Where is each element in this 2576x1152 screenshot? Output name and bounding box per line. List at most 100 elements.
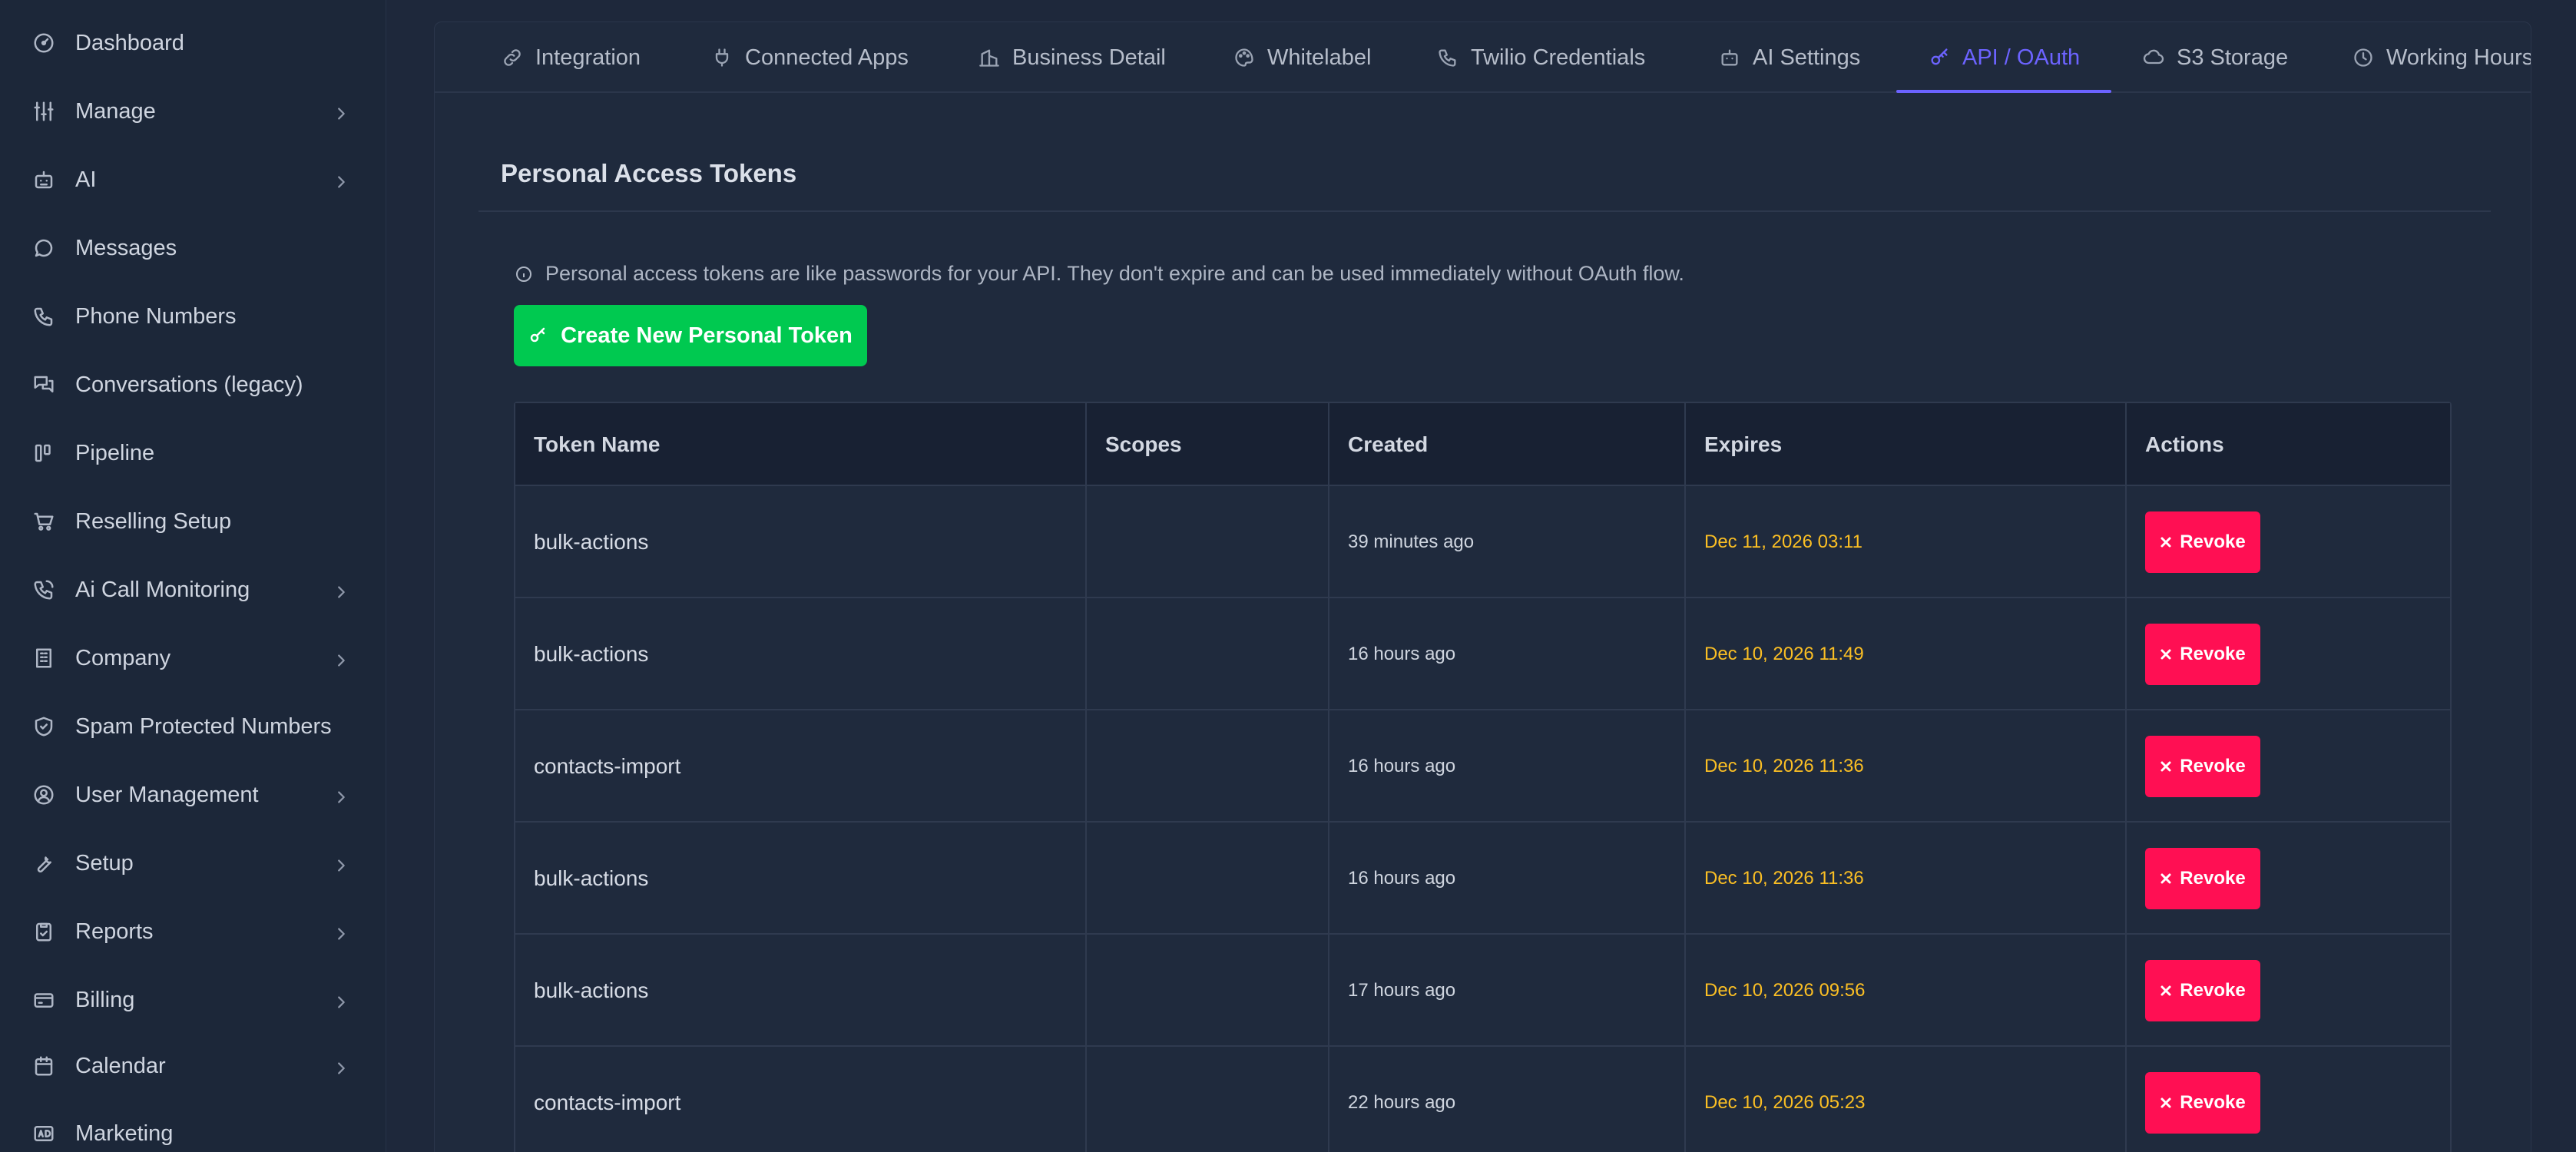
settings-tabs: Integration Connected Apps Business Deta… [435, 22, 2531, 93]
sidebar-item-dashboard[interactable]: Dashboard [0, 20, 386, 66]
sidebar-item-messages[interactable]: Messages [0, 225, 386, 271]
sidebar-item-setup[interactable]: Setup [0, 840, 386, 886]
calendar-icon [31, 1053, 57, 1079]
token-scopes-cell [1087, 486, 1105, 598]
create-button-label: Create New Personal Token [561, 323, 853, 348]
column-header-token-name: Token Name [534, 432, 661, 456]
token-expires-cell: Dec 10, 2026 11:36 [1704, 756, 1864, 776]
close-icon [2160, 649, 2171, 660]
revoke-label: Revoke [2180, 868, 2246, 889]
token-created-cell: 22 hours ago [1348, 1092, 1456, 1113]
clipboard-icon [31, 919, 57, 945]
tab-connected-apps[interactable]: Connected Apps [711, 22, 909, 93]
sidebar-item-phone-numbers[interactable]: Phone Numbers [0, 293, 386, 339]
sidebar: Dashboard Manage AI Messages Phone Numbe… [0, 0, 386, 1152]
sidebar-item-label: AI [75, 167, 97, 192]
token-actions-cell: Revoke [2127, 710, 2260, 823]
tab-integration[interactable]: Integration [502, 22, 641, 93]
cloud-icon [2143, 49, 2164, 65]
token-name-cell: contacts-import [534, 754, 681, 778]
tab-label: Integration [535, 45, 641, 70]
tab-label: Twilio Credentials [1471, 45, 1646, 70]
revoke-button[interactable]: Revoke [2145, 848, 2260, 909]
sidebar-item-reselling-setup[interactable]: Reselling Setup [0, 498, 386, 545]
robot-icon [1721, 49, 1738, 66]
key-icon [1931, 48, 1948, 65]
sidebar-item-label: Messages [75, 235, 177, 260]
revoke-button[interactable]: Revoke [2145, 1072, 2260, 1134]
close-icon [2160, 1097, 2171, 1108]
token-expires-cell: Dec 10, 2026 09:56 [1704, 980, 1866, 1001]
sidebar-item-label: Phone Numbers [75, 303, 237, 329]
tab-label: Whitelabel [1267, 45, 1372, 70]
phone-icon [1439, 49, 1456, 67]
token-expires-cell: Dec 11, 2026 03:11 [1704, 531, 1862, 552]
sidebar-item-ai[interactable]: AI [0, 157, 386, 203]
tab-business-detail[interactable]: Business Detail [978, 22, 1166, 93]
revoke-button[interactable]: Revoke [2145, 736, 2260, 797]
tab-label: Business Detail [1012, 45, 1166, 70]
token-created-cell: 16 hours ago [1348, 644, 1456, 664]
info-text: Personal access tokens are like password… [545, 262, 1684, 285]
sidebar-item-pipeline[interactable]: Pipeline [0, 430, 386, 476]
tab-s3-storage[interactable]: S3 Storage [2143, 22, 2288, 93]
token-created-cell: 39 minutes ago [1348, 531, 1475, 552]
pipeline-icon [31, 440, 57, 466]
wrench-icon [31, 850, 57, 876]
sidebar-item-reports[interactable]: Reports [0, 909, 386, 955]
column-header-expires: Expires [1704, 432, 1783, 456]
active-tab-indicator [1896, 90, 2111, 93]
sidebar-item-manage[interactable]: Manage [0, 88, 386, 134]
revoke-button[interactable]: Revoke [2145, 960, 2260, 1021]
column-divider [1085, 403, 1087, 1152]
tab-working-hours[interactable]: Working Hours [2353, 22, 2531, 93]
chevron-right-icon [333, 786, 349, 803]
key-icon [530, 327, 545, 343]
token-actions-cell: Revoke [2127, 823, 2260, 935]
token-created-cell: 16 hours ago [1348, 868, 1456, 889]
sidebar-item-label: Company [75, 645, 171, 670]
chat-icon [31, 235, 57, 261]
revoke-label: Revoke [2180, 756, 2246, 776]
palette-icon [1235, 48, 1253, 67]
tab-label: Connected Apps [745, 45, 909, 70]
ad-icon [31, 1121, 57, 1147]
gauge-icon [31, 30, 57, 56]
sidebar-item-spam-protected-numbers[interactable]: Spam Protected Numbers [0, 703, 386, 750]
sidebar-item-label: Conversations (legacy) [75, 372, 303, 397]
building-icon [31, 645, 57, 671]
conversations-icon [31, 372, 57, 398]
sidebar-item-ai-call-monitoring[interactable]: Ai Call Monitoring [0, 567, 386, 613]
close-icon [2160, 537, 2171, 548]
sidebar-item-company[interactable]: Company [0, 635, 386, 681]
tab-twilio-credentials[interactable]: Twilio Credentials [1437, 22, 1645, 93]
token-expires-cell: Dec 10, 2026 05:23 [1704, 1092, 1866, 1113]
revoke-button[interactable]: Revoke [2145, 511, 2260, 573]
sidebar-item-label: Ai Call Monitoring [75, 577, 250, 602]
token-name-cell: bulk-actions [534, 642, 649, 666]
table-row: contacts-import 16 hours ago Dec 10, 202… [515, 709, 2450, 821]
tab-api-oauth[interactable]: API / OAuth [1929, 22, 2080, 93]
tab-whitelabel[interactable]: Whitelabel [1233, 22, 1371, 93]
token-name-cell: bulk-actions [534, 866, 649, 890]
user-circle-icon [31, 782, 57, 808]
table-row: bulk-actions 16 hours ago Dec 10, 2026 1… [515, 597, 2450, 709]
close-icon [2160, 985, 2171, 996]
revoke-label: Revoke [2180, 980, 2246, 1001]
tab-ai-settings[interactable]: AI Settings [1719, 22, 1860, 93]
chevron-right-icon [333, 991, 349, 1008]
sidebar-item-conversations[interactable]: Conversations (legacy) [0, 362, 386, 408]
token-actions-cell: Revoke [2127, 1047, 2260, 1152]
sidebar-item-marketing[interactable]: Marketing [0, 1111, 386, 1152]
create-personal-token-button[interactable]: Create New Personal Token [514, 305, 867, 366]
sidebar-item-billing[interactable]: Billing [0, 977, 386, 1023]
table-header: Token Name Scopes Created Expires Action… [515, 403, 2450, 486]
link-icon [504, 49, 521, 66]
token-created-cell: 17 hours ago [1348, 980, 1456, 1001]
sidebar-item-user-management[interactable]: User Management [0, 772, 386, 818]
sidebar-item-label: Setup [75, 850, 134, 876]
revoke-button[interactable]: Revoke [2145, 624, 2260, 685]
settings-card: Integration Connected Apps Business Deta… [434, 22, 2531, 1152]
sidebar-item-calendar[interactable]: Calendar [0, 1043, 386, 1089]
token-scopes-cell [1087, 823, 1105, 935]
